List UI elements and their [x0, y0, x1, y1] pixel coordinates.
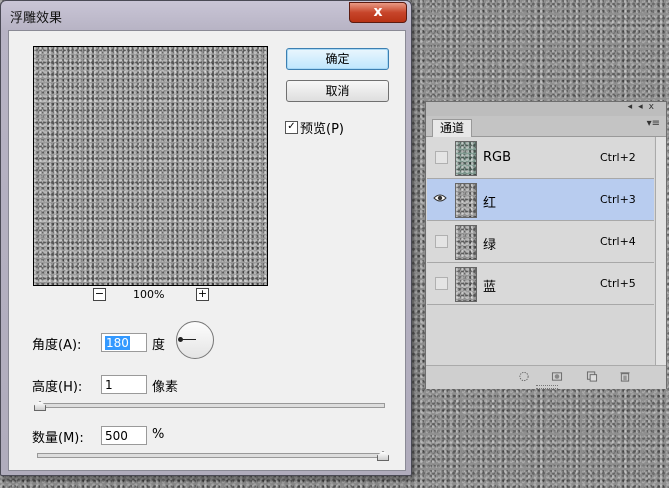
- visibility-toggle[interactable]: [435, 235, 448, 248]
- amount-input[interactable]: 500: [101, 426, 147, 445]
- angle-unit: 度: [152, 338, 166, 353]
- channel-name: 蓝: [483, 280, 497, 295]
- eye-icon: [433, 194, 447, 202]
- filter-preview[interactable]: [33, 46, 268, 286]
- panel-menu-icon[interactable]: ▾≡: [647, 118, 660, 129]
- visibility-toggle[interactable]: [435, 277, 448, 290]
- channel-shortcut: Ctrl+4: [600, 235, 636, 248]
- zoom-in-button[interactable]: +: [196, 288, 209, 301]
- height-input[interactable]: 1: [101, 375, 147, 394]
- preview-checkbox-label: 预览(P): [300, 122, 344, 137]
- visibility-toggle[interactable]: [435, 151, 448, 164]
- angle-label: 角度(A):: [32, 338, 82, 353]
- channel-row-red[interactable]: 红 Ctrl+3: [427, 179, 654, 221]
- panel-top-controls: ◂◂x: [628, 102, 660, 112]
- channel-name: RGB: [483, 150, 512, 165]
- preview-checkbox-row[interactable]: ✓ 预览(P): [285, 118, 344, 137]
- channel-list: RGB Ctrl+2 红 Ctrl+3 绿 Ctrl+4 蓝 Ctrl+5: [427, 137, 654, 365]
- zoom-level: 100%: [133, 288, 165, 301]
- channel-row-blue[interactable]: 蓝 Ctrl+5: [427, 263, 654, 305]
- panel-tab-bar: 通道 ▾≡: [426, 116, 666, 137]
- channel-thumbnail: [455, 225, 477, 260]
- visibility-toggle[interactable]: [433, 193, 447, 204]
- resize-grip[interactable]: [536, 385, 558, 389]
- channel-shortcut: Ctrl+5: [600, 277, 636, 290]
- zoom-out-button[interactable]: −: [93, 288, 106, 301]
- channel-name: 红: [483, 196, 497, 211]
- new-channel-icon[interactable]: [586, 371, 598, 382]
- amount-slider-track[interactable]: [37, 453, 385, 458]
- height-label: 高度(H):: [32, 380, 83, 395]
- close-icon[interactable]: x: [649, 102, 660, 112]
- cancel-button[interactable]: 取消: [286, 80, 389, 102]
- load-selection-icon[interactable]: [518, 371, 530, 382]
- dialog-title: 浮雕效果: [10, 11, 63, 26]
- angle-value: 180: [105, 336, 130, 350]
- save-selection-icon[interactable]: [551, 371, 563, 382]
- channel-shortcut: Ctrl+2: [600, 151, 636, 164]
- panel-footer: [426, 365, 666, 389]
- height-slider-track[interactable]: [37, 403, 385, 408]
- angle-input[interactable]: 180: [101, 333, 147, 352]
- channel-thumbnail: [455, 183, 477, 218]
- channel-thumbnail: [455, 267, 477, 302]
- trash-icon[interactable]: [619, 371, 631, 382]
- ok-button[interactable]: 确定: [286, 48, 389, 70]
- channel-row-green[interactable]: 绿 Ctrl+4: [427, 221, 654, 263]
- amount-unit: %: [152, 427, 165, 442]
- channel-list-scrollbar[interactable]: [655, 137, 666, 365]
- channel-thumbnail: [455, 141, 477, 176]
- channel-row-rgb[interactable]: RGB Ctrl+2: [427, 137, 654, 179]
- channel-name: 绿: [483, 238, 497, 253]
- dialog-close-button[interactable]: x: [349, 2, 407, 23]
- amount-label: 数量(M):: [32, 431, 84, 446]
- emboss-dialog: 浮雕效果 x − 100% + 确定 取消 ✓ 预览(P) 角度(A): 180 …: [0, 0, 412, 476]
- channel-shortcut: Ctrl+3: [600, 193, 636, 206]
- channels-panel: ◂◂x 通道 ▾≡ RGB Ctrl+2 红 Ctrl+3 绿 Ctrl+4 蓝…: [425, 101, 667, 389]
- dialog-body: − 100% + 确定 取消 ✓ 预览(P) 角度(A): 180 度 高度(H)…: [8, 30, 406, 471]
- angle-dial[interactable]: [176, 321, 214, 359]
- angle-dial-dot: [178, 337, 183, 342]
- panel-title-bar[interactable]: ◂◂x: [426, 102, 666, 116]
- tab-channels[interactable]: 通道: [432, 119, 472, 137]
- zoom-controls: − 100% +: [89, 287, 219, 303]
- collapse-icon[interactable]: ◂◂: [628, 102, 649, 112]
- height-unit: 像素: [152, 380, 179, 395]
- preview-checkbox[interactable]: ✓: [285, 121, 298, 134]
